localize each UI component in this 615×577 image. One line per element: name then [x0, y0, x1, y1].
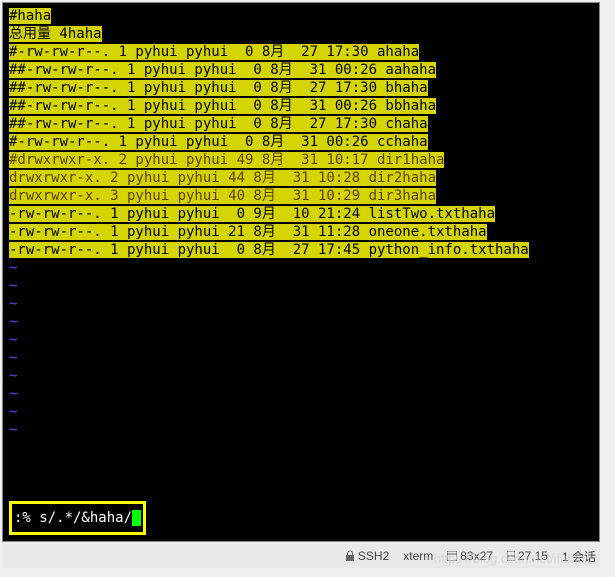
terminal-line: -rw-rw-r--. 1 pyhui pyhui 0 8月 27 17:45 …	[9, 241, 593, 259]
terminal-line: ##-rw-rw-r--. 1 pyhui pyhui 0 8月 31 00:2…	[9, 61, 593, 79]
vim-tilde: ~	[9, 295, 593, 313]
vim-tilde: ~	[9, 313, 593, 331]
vim-tilde: ~	[9, 367, 593, 385]
vim-tilde: ~	[9, 259, 593, 277]
cursor	[132, 510, 141, 526]
command-text: :% s/.*/&haha/	[14, 510, 132, 526]
lock-icon	[345, 550, 355, 562]
vim-tilde: ~	[9, 421, 593, 439]
terminal-line: -rw-rw-r--. 1 pyhui pyhui 0 9月 10 21:24 …	[9, 205, 593, 223]
vim-tilde: ~	[9, 331, 593, 349]
vim-tilde: ~	[9, 277, 593, 295]
terminal-line: #drwxrwxr-x. 2 pyhui pyhui 49 8月 31 10:1…	[9, 151, 593, 169]
terminal-line: 总用量 4haha	[9, 25, 593, 43]
vim-tilde: ~	[9, 403, 593, 421]
terminal-line: ##-rw-rw-r--. 1 pyhui pyhui 0 8月 27 17:3…	[9, 115, 593, 133]
terminal-line: ##-rw-rw-r--. 1 pyhui pyhui 0 8月 31 00:2…	[9, 97, 593, 115]
ssh-status: SSH2	[345, 549, 389, 563]
terminal-line: #-rw-rw-r--. 1 pyhui pyhui 0 8月 27 17:30…	[9, 43, 593, 61]
status-bar: SSH2 xterm 83x27 27,15 1 会话 https://blog…	[2, 544, 600, 568]
terminal-line: drwxrwxr-x. 3 pyhui pyhui 40 8月 31 10:29…	[9, 187, 593, 205]
terminal-line: #-rw-rw-r--. 1 pyhui pyhui 0 8月 31 00:26…	[9, 133, 593, 151]
vim-command-line[interactable]: :% s/.*/&haha/	[9, 501, 146, 535]
terminal-output: #haha总用量 4haha#-rw-rw-r--. 1 pyhui pyhui…	[3, 3, 599, 443]
terminal-line: drwxrwxr-x. 2 pyhui pyhui 44 8月 31 10:28…	[9, 169, 593, 187]
terminal-line: ##-rw-rw-r--. 1 pyhui pyhui 0 8月 27 17:3…	[9, 79, 593, 97]
vim-tilde: ~	[9, 349, 593, 367]
term-type: xterm	[403, 549, 433, 563]
ssh-label: SSH2	[358, 549, 389, 563]
terminal-window[interactable]: #haha总用量 4haha#-rw-rw-r--. 1 pyhui pyhui…	[2, 2, 600, 542]
terminal-line: -rw-rw-r--. 1 pyhui pyhui 21 8月 31 11:28…	[9, 223, 593, 241]
watermark: https://blog.csdn.net/ifubing	[434, 551, 592, 566]
vim-tilde: ~	[9, 385, 593, 403]
terminal-line: #haha	[9, 7, 593, 25]
